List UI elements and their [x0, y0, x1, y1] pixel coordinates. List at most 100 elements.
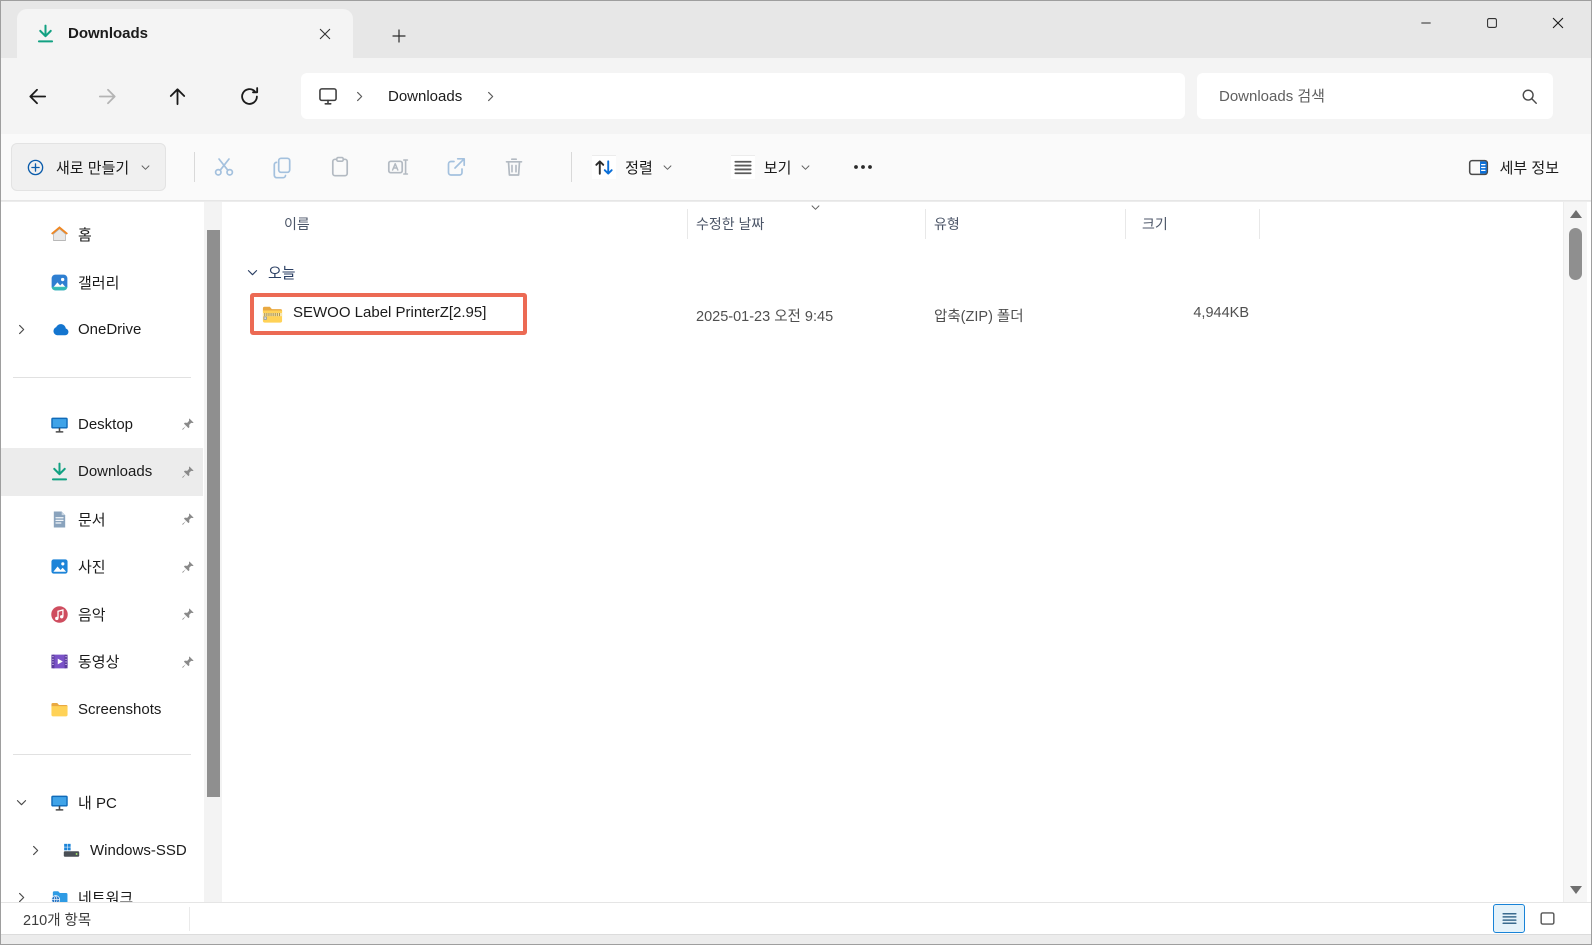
- tab-bar: Downloads: [1, 1, 1591, 58]
- sidebar-item-desktop[interactable]: Desktop: [1, 401, 203, 449]
- paste-button[interactable]: [311, 144, 369, 190]
- scroll-down-arrow[interactable]: [1570, 886, 1582, 894]
- cut-button[interactable]: [195, 144, 253, 190]
- tab-downloads[interactable]: Downloads: [17, 9, 353, 58]
- scroll-up-arrow[interactable]: [1570, 210, 1582, 218]
- minimize-button[interactable]: [1393, 1, 1459, 45]
- sidebar-item-music[interactable]: 음악: [1, 591, 203, 639]
- sidebar-item-label: 문서: [78, 511, 106, 529]
- chevron-down-icon: [140, 162, 151, 173]
- desktop-icon: [49, 414, 70, 435]
- breadcrumb[interactable]: Downloads: [301, 73, 1185, 119]
- sort-button[interactable]: 정렬: [580, 144, 685, 190]
- new-button[interactable]: 새로 만들기: [11, 143, 167, 191]
- close-icon: [1551, 16, 1565, 30]
- videos-icon: [49, 651, 70, 672]
- column-header-name[interactable]: 이름: [284, 214, 310, 234]
- tab-title: Downloads: [68, 25, 149, 42]
- cut-icon: [212, 155, 236, 179]
- delete-button[interactable]: [485, 144, 543, 190]
- sidebar-item-downloads[interactable]: Downloads: [1, 448, 203, 496]
- sidebar-scrollbar[interactable]: [204, 202, 222, 902]
- share-button[interactable]: [427, 144, 485, 190]
- this-pc-icon[interactable]: [317, 85, 339, 107]
- pin-icon: [181, 560, 195, 574]
- forward-button[interactable]: [87, 76, 127, 116]
- plus-circle-icon: [26, 158, 45, 177]
- file-list: 이름 수정한 날짜 유형 크기 오늘 SEWOO Label PrinterZ[…: [222, 202, 1561, 902]
- details-pane-button[interactable]: 세부 정보: [1457, 144, 1569, 190]
- more-options-button[interactable]: [839, 144, 887, 190]
- maximize-icon: [1485, 16, 1499, 30]
- arrow-up-icon: [166, 85, 189, 108]
- share-icon: [444, 155, 468, 179]
- rename-button[interactable]: [369, 144, 427, 190]
- new-tab-button[interactable]: [385, 22, 413, 50]
- search-input[interactable]: [1219, 87, 1520, 105]
- command-toolbar: 새로 만들기 정렬 보기 세부 정보: [1, 134, 1591, 201]
- sidebar-item-this-pc[interactable]: 내 PC: [1, 779, 203, 827]
- sort-descending-icon: [810, 202, 821, 213]
- column-separator[interactable]: [1259, 209, 1260, 239]
- sidebar-item-windows-ssd[interactable]: Windows-SSD: [1, 827, 203, 875]
- copy-button[interactable]: [253, 144, 311, 190]
- sidebar-item-videos[interactable]: 동영상: [1, 638, 203, 686]
- sidebar-item-label: 네트워크: [78, 890, 134, 902]
- chevron-down-icon[interactable]: [246, 266, 259, 279]
- sidebar-item-gallery[interactable]: 갤러리: [1, 259, 203, 307]
- back-button[interactable]: [17, 76, 57, 116]
- file-date: 2025-01-23 오전 9:45: [696, 309, 834, 325]
- sidebar-scrollbar-thumb[interactable]: [206, 230, 220, 797]
- up-button[interactable]: [157, 76, 197, 116]
- column-header-size[interactable]: 크기: [1142, 214, 1168, 234]
- pin-icon: [181, 607, 195, 621]
- sidebar-item-onedrive[interactable]: OneDrive: [1, 306, 203, 354]
- home-icon: [49, 224, 70, 245]
- chevron-right-icon[interactable]: [15, 323, 28, 336]
- view-button[interactable]: 보기: [719, 144, 824, 190]
- chevron-right-icon[interactable]: [484, 90, 497, 103]
- details-view-button[interactable]: [1493, 904, 1525, 933]
- window-controls: [1393, 1, 1591, 45]
- breadcrumb-item-downloads[interactable]: Downloads: [380, 84, 470, 109]
- pin-icon: [181, 512, 195, 526]
- refresh-button[interactable]: [229, 76, 269, 116]
- sidebar-item-network[interactable]: 네트워크: [1, 874, 203, 902]
- column-header-type[interactable]: 유형: [934, 214, 960, 234]
- column-separator[interactable]: [687, 209, 688, 239]
- maximize-button[interactable]: [1459, 1, 1525, 45]
- column-separator[interactable]: [925, 209, 926, 239]
- downloads-icon: [35, 23, 56, 44]
- column-separator[interactable]: [1125, 209, 1126, 239]
- search-box[interactable]: [1197, 73, 1553, 119]
- sidebar-item-documents[interactable]: 문서: [1, 496, 203, 544]
- chevron-right-icon[interactable]: [15, 891, 28, 902]
- vertical-scrollbar[interactable]: [1563, 202, 1587, 902]
- group-header-today[interactable]: 오늘: [222, 254, 1561, 294]
- item-count: 210개 항목: [23, 913, 92, 929]
- file-row[interactable]: SEWOO Label PrinterZ[2.95] 2025-01-23 오전…: [222, 293, 1561, 335]
- sidebar-item-screenshots[interactable]: Screenshots: [1, 686, 203, 734]
- vertical-scrollbar-thumb[interactable]: [1569, 228, 1582, 280]
- sidebar-item-pictures[interactable]: 사진: [1, 543, 203, 591]
- chevron-right-icon[interactable]: [29, 844, 42, 857]
- minimize-icon: [1419, 16, 1433, 30]
- search-icon[interactable]: [1520, 87, 1539, 106]
- column-header-date[interactable]: 수정한 날짜: [696, 214, 764, 234]
- sidebar-divider: [13, 754, 191, 755]
- arrow-left-icon: [26, 85, 49, 108]
- status-bar: 210개 항목: [1, 902, 1591, 934]
- chevron-right-icon[interactable]: [353, 90, 366, 103]
- tab-close-icon[interactable]: [311, 20, 339, 48]
- thumbnails-view-button[interactable]: [1531, 904, 1563, 933]
- sidebar-item-label: Screenshots: [78, 700, 162, 718]
- refresh-icon: [238, 85, 261, 108]
- copy-icon: [270, 155, 294, 179]
- chevron-down-icon[interactable]: [15, 796, 28, 809]
- sidebar-item-home[interactable]: 홈: [1, 211, 203, 259]
- paste-icon: [328, 155, 352, 179]
- close-button[interactable]: [1525, 1, 1591, 45]
- column-header-row: 이름 수정한 날짜 유형 크기: [222, 202, 1561, 246]
- plus-icon: [391, 28, 407, 44]
- file-name[interactable]: SEWOO Label PrinterZ[2.95]: [293, 304, 486, 321]
